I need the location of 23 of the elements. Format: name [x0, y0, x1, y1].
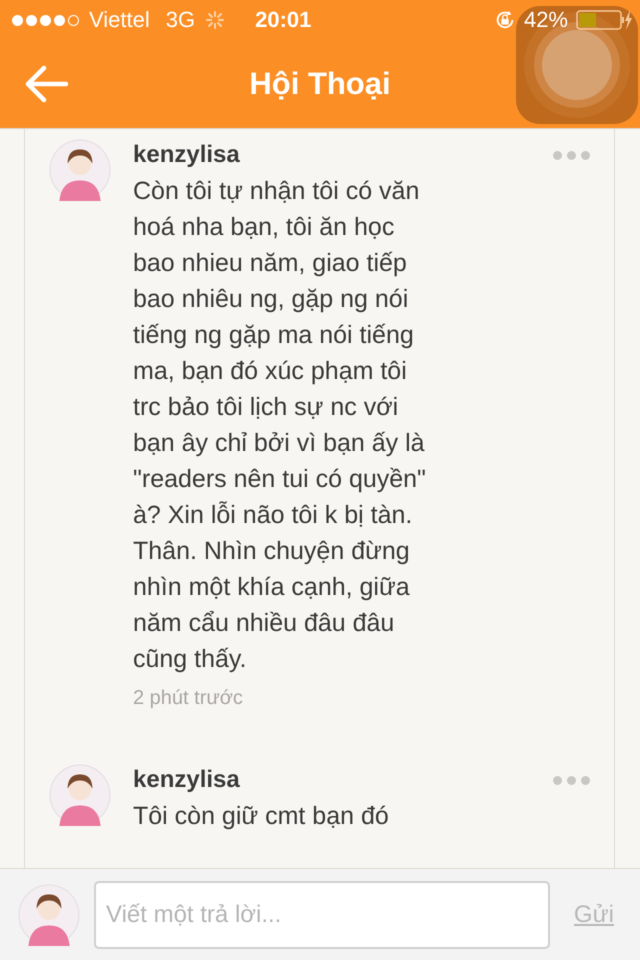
activity-icon: [205, 10, 226, 30]
comment-text: Tôi còn giữ cmt bạn đó: [133, 801, 390, 832]
battery-icon: [576, 9, 632, 31]
rotation-lock-icon: [494, 9, 516, 31]
reply-field[interactable]: Viết một trả lời...: [94, 880, 550, 948]
comment-text: Còn tôi tự nhận tôi có văn hoá nha bạn, tôi ăn học bao nhieu năm, giao tiếp bao nhiêu ng, gặp ng nói tiếng ng gặp ma nói tiếng ma, bạn đó xúc phạm tôi trc bảo tôi lịch sự nc với bạn ây chỉ bởi vì bạn ấy là "readers nên tui có quyền" à? Xin lỗi não tôi k bị tàn. Thân. Nhìn chuyện đừng nhìn một khía cạnh, giữa năm cẩu nhiều đâu đâu cũng thấy.: [133, 176, 427, 675]
comment-time: 2 phút trước: [133, 687, 244, 710]
signal-icon: [12, 14, 79, 26]
back-button[interactable]: [24, 64, 68, 104]
author-name[interactable]: kenzylisa: [133, 766, 240, 794]
avatar-icon: [49, 139, 111, 201]
more-options-icon[interactable]: [553, 150, 590, 160]
author-name[interactable]: kenzylisa: [133, 141, 240, 169]
back-arrow-icon: [24, 64, 68, 104]
carrier-name: Viettel: [89, 7, 150, 33]
battery-percent: 42%: [524, 7, 568, 33]
avatar-icon: [49, 764, 111, 826]
network-type: 3G: [166, 7, 196, 33]
assistive-touch-button[interactable]: [516, 6, 638, 124]
screen-title: Hội Thoại: [249, 66, 391, 102]
clock-time: 20:01: [255, 7, 312, 33]
more-options-icon[interactable]: [553, 776, 590, 784]
avatar-icon: [18, 884, 80, 946]
